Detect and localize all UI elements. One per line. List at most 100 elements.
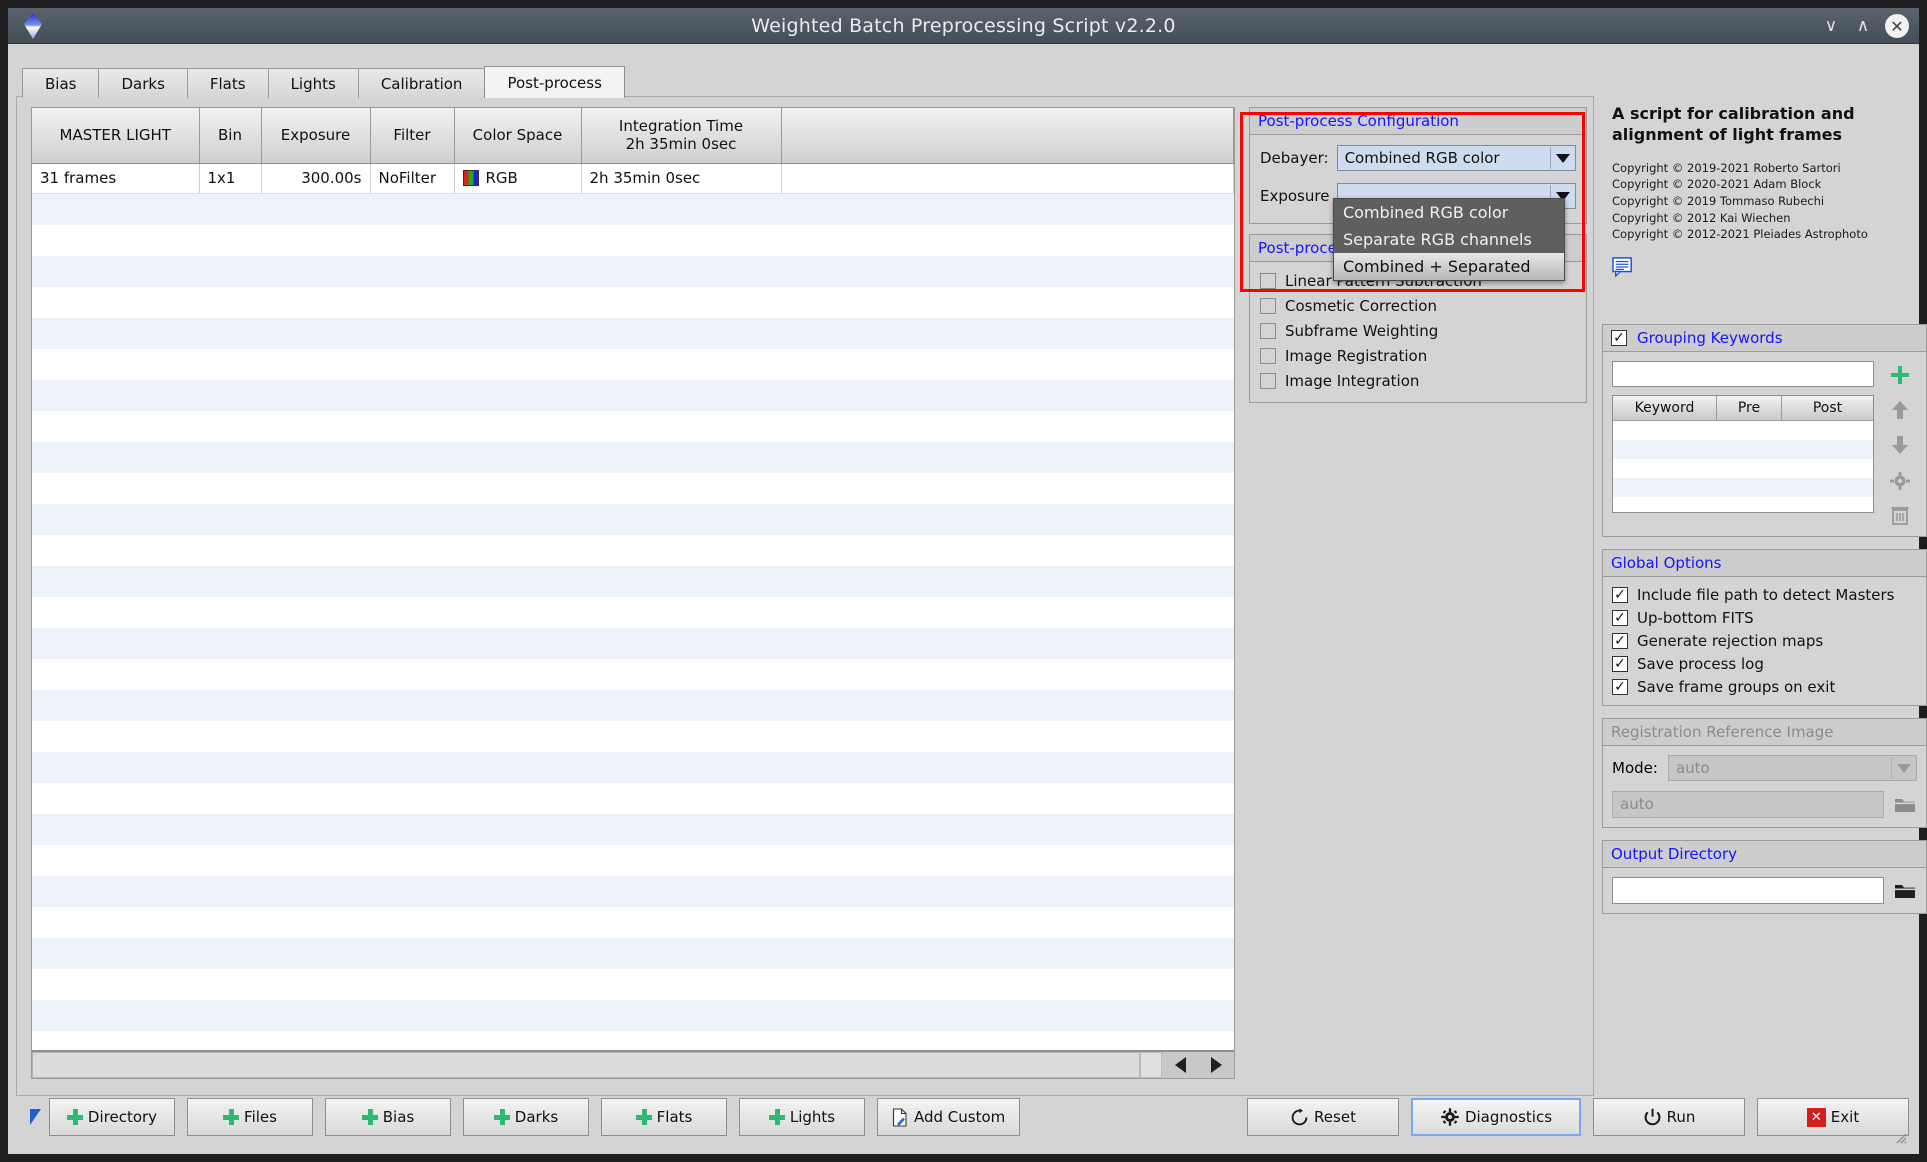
option-generate-rejection-maps[interactable]: ✓ Generate rejection maps <box>1612 632 1917 650</box>
table-empty-row[interactable] <box>32 813 1234 845</box>
checkbox-cosmetic-correction[interactable]: Cosmetic Correction <box>1260 297 1576 315</box>
reset-button[interactable]: Reset <box>1247 1098 1399 1136</box>
add-darks-button[interactable]: Darks <box>463 1098 589 1136</box>
table-empty-row[interactable] <box>32 597 1234 628</box>
dropdown-option-combined-rgb-color[interactable]: Combined RGB color <box>1334 199 1564 226</box>
add-flats-button[interactable]: Flats <box>601 1098 727 1136</box>
folder-icon[interactable] <box>1893 879 1917 903</box>
registration-path-input[interactable]: auto <box>1612 791 1884 818</box>
dropdown-option-combined-separated[interactable]: Combined + Separated <box>1334 253 1564 280</box>
col-master-light[interactable]: MASTER LIGHT <box>32 108 200 164</box>
col-filter[interactable]: Filter <box>370 108 455 164</box>
table-empty-row[interactable] <box>32 473 1234 504</box>
table-empty-row[interactable] <box>32 349 1234 380</box>
col-bin[interactable]: Bin <box>199 108 262 164</box>
kw-col-pre[interactable]: Pre <box>1717 396 1782 421</box>
table-empty-row[interactable] <box>32 193 1234 225</box>
add-icon[interactable] <box>1888 363 1912 387</box>
table-empty-row[interactable] <box>32 503 1234 535</box>
col-color-space[interactable]: Color Space <box>454 108 582 164</box>
table-empty-row[interactable] <box>32 411 1234 442</box>
add-custom-button[interactable]: Add Custom <box>877 1098 1021 1136</box>
option-up-bottom-fits[interactable]: ✓ Up-bottom FITS <box>1612 609 1917 627</box>
registration-mode-combo[interactable]: auto <box>1667 755 1917 781</box>
table-empty-row[interactable] <box>32 565 1234 597</box>
tab-calibration[interactable]: Calibration <box>357 68 486 98</box>
scrollbar-arrows[interactable] <box>1162 1052 1234 1078</box>
table-empty-row[interactable] <box>32 721 1234 752</box>
minimize-icon[interactable]: ∨ <box>1821 17 1841 35</box>
table-empty-row[interactable] <box>32 783 1234 814</box>
checkbox-image-registration[interactable]: Image Registration <box>1260 347 1576 365</box>
add-lights-button[interactable]: Lights <box>739 1098 865 1136</box>
move-up-icon[interactable] <box>1888 398 1912 422</box>
scrollbar-track[interactable] <box>1140 1052 1162 1078</box>
scroll-right-icon[interactable] <box>1210 1057 1222 1074</box>
add-files-button[interactable]: Files <box>187 1098 313 1136</box>
col-integration-time[interactable]: Integration Time 2h 35min 0sec <box>581 108 782 164</box>
folder-icon[interactable] <box>1893 793 1917 817</box>
scrollbar-thumb[interactable] <box>32 1052 1140 1078</box>
maximize-icon[interactable]: ∧ <box>1853 17 1873 35</box>
table-horizontal-scrollbar[interactable] <box>32 1050 1234 1078</box>
table-empty-row[interactable] <box>32 969 1234 1000</box>
tab-flats[interactable]: Flats <box>186 68 269 98</box>
table-empty-rows[interactable] <box>32 193 1234 1051</box>
tab-darks[interactable]: Darks <box>98 68 188 98</box>
checkbox-box[interactable] <box>1260 323 1276 339</box>
table-empty-row[interactable] <box>32 441 1234 473</box>
col-extra[interactable] <box>781 108 1234 164</box>
grouping-keywords-table[interactable]: Keyword Pre Post <box>1612 395 1874 513</box>
resize-grip-icon[interactable] <box>1893 1130 1907 1144</box>
add-directory-button[interactable]: Directory <box>49 1098 175 1136</box>
run-button[interactable]: Run <box>1593 1098 1745 1136</box>
checkbox-box[interactable] <box>1260 298 1276 314</box>
add-bias-button[interactable]: Bias <box>325 1098 451 1136</box>
delete-trash-icon[interactable] <box>1888 503 1912 527</box>
table-empty-row[interactable] <box>32 999 1234 1031</box>
checkbox-box[interactable]: ✓ <box>1612 587 1628 603</box>
checkbox-box[interactable] <box>1260 273 1276 289</box>
table-empty-row[interactable] <box>32 659 1234 690</box>
checkbox-box[interactable]: ✓ <box>1612 633 1628 649</box>
table-empty-row[interactable] <box>32 689 1234 721</box>
diagnostics-button[interactable]: Diagnostics <box>1411 1098 1581 1136</box>
tab-post-process[interactable]: Post-process <box>484 66 625 98</box>
kw-col-keyword[interactable]: Keyword <box>1613 396 1717 421</box>
comment-balloon-icon[interactable] <box>1612 257 1634 278</box>
kw-col-post[interactable]: Post <box>1782 396 1873 421</box>
output-directory-input[interactable] <box>1612 877 1884 904</box>
checkbox-image-integration[interactable]: Image Integration <box>1260 372 1576 390</box>
table-empty-row[interactable] <box>32 937 1234 969</box>
table-empty-row[interactable] <box>32 255 1234 287</box>
option-include-file-path[interactable]: ✓ Include file path to detect Masters <box>1612 586 1917 604</box>
grouping-keywords-empty-row[interactable] <box>1613 497 1873 512</box>
table-empty-row[interactable] <box>32 627 1234 659</box>
grouping-keywords-empty-row[interactable] <box>1613 440 1873 459</box>
close-icon[interactable]: ✕ <box>1885 14 1909 38</box>
settings-gear-icon[interactable] <box>1888 468 1912 492</box>
exit-button[interactable]: ✕ Exit <box>1757 1098 1909 1136</box>
registration-mode-dropdown-button[interactable] <box>1891 757 1915 779</box>
grouping-keywords-empty-row[interactable] <box>1613 478 1873 497</box>
grouping-keywords-empty-row[interactable] <box>1613 459 1873 478</box>
table-empty-row[interactable] <box>32 1031 1234 1051</box>
table-empty-row[interactable] <box>32 379 1234 411</box>
checkbox-box[interactable]: ✓ <box>1612 656 1628 672</box>
table-row[interactable]: 31 frames 1x1 300.00s NoFilter RGB 2h 35… <box>32 163 1234 194</box>
debayer-combo[interactable]: Combined RGB color <box>1336 145 1576 171</box>
table-empty-row[interactable] <box>32 287 1234 318</box>
dropdown-option-separate-rgb-channels[interactable]: Separate RGB channels <box>1334 226 1564 253</box>
scroll-left-icon[interactable] <box>1174 1057 1186 1074</box>
debayer-dropdown-button[interactable] <box>1550 147 1574 169</box>
debayer-dropdown-list[interactable]: Combined RGB color Separate RGB channels… <box>1333 198 1565 281</box>
checkbox-box[interactable]: ✓ <box>1612 679 1628 695</box>
checkbox-subframe-weighting[interactable]: Subframe Weighting <box>1260 322 1576 340</box>
checkbox-box[interactable]: ✓ <box>1612 610 1628 626</box>
table-empty-row[interactable] <box>32 317 1234 349</box>
table-empty-row[interactable] <box>32 535 1234 566</box>
option-save-process-log[interactable]: ✓ Save process log <box>1612 655 1917 673</box>
grouping-keyword-input[interactable] <box>1612 361 1874 387</box>
move-down-icon[interactable] <box>1888 433 1912 457</box>
table-empty-row[interactable] <box>32 875 1234 907</box>
